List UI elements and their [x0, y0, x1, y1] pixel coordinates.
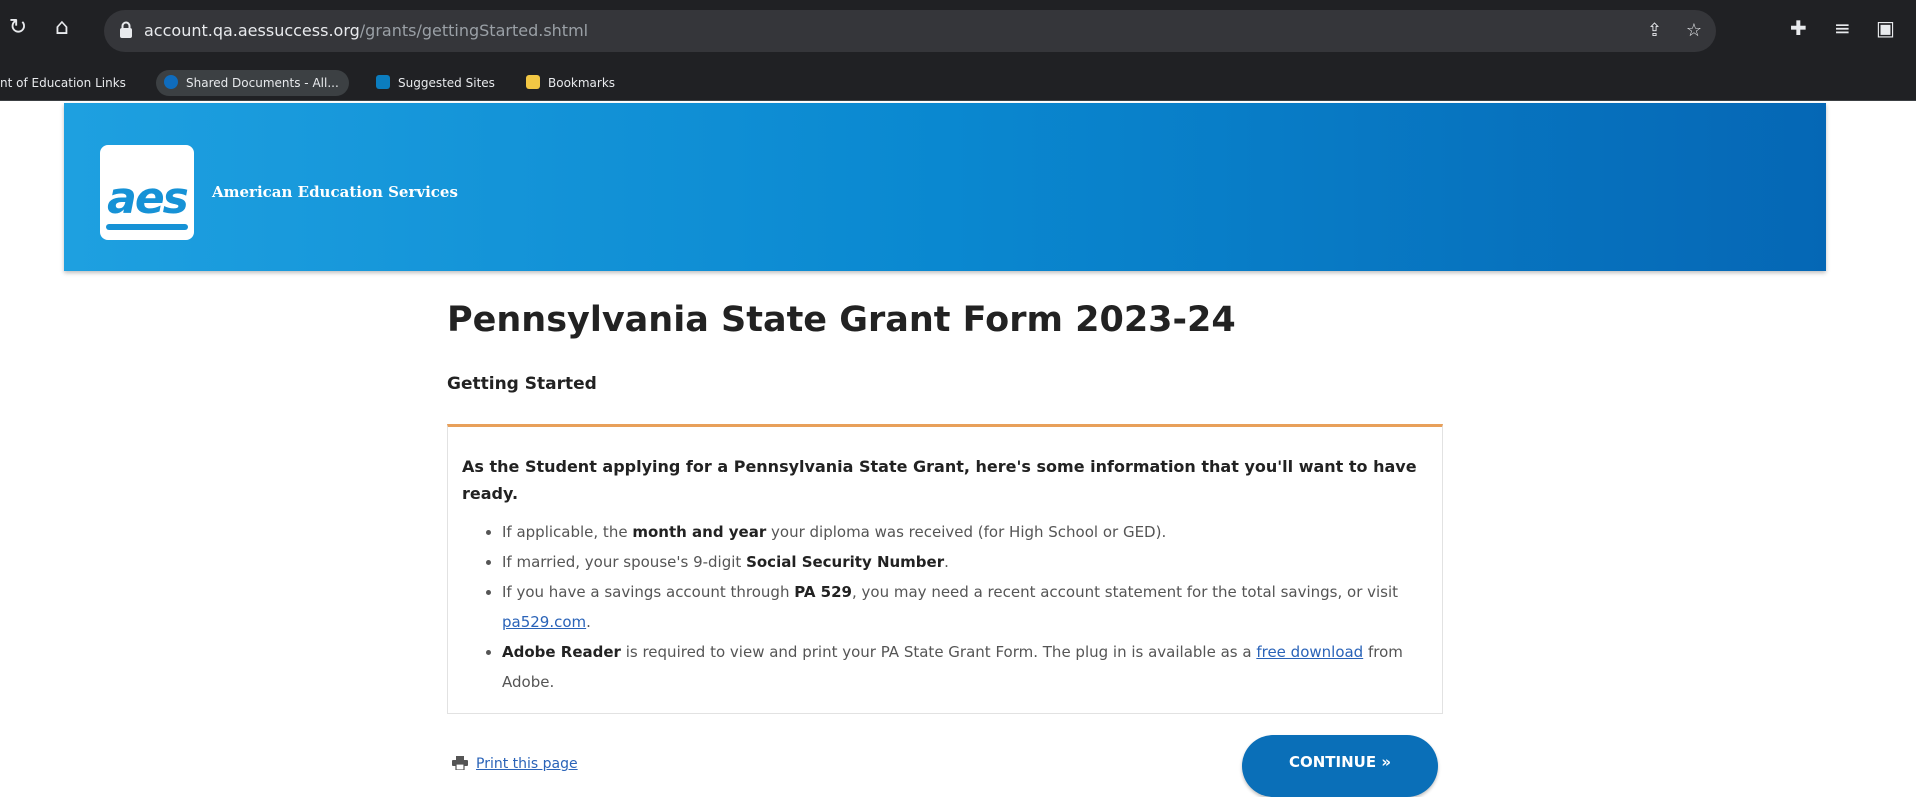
home-icon[interactable]: ⌂: [48, 14, 76, 42]
address-bar[interactable]: account.qa.aessuccess.org/grants/getting…: [104, 10, 1716, 52]
pa529-link[interactable]: pa529.com: [502, 613, 586, 631]
browser-toolbar: ↻ ⌂ account.qa.aessuccess.org/grants/get…: [0, 0, 1916, 66]
bing-icon: [376, 75, 390, 89]
bookmark-education-links[interactable]: nt of Education Links: [0, 70, 126, 96]
print-page-link[interactable]: Print this page: [452, 756, 578, 772]
org-name: American Education Services: [212, 183, 458, 201]
page-title: Pennsylvania State Grant Form 2023-24: [447, 300, 1236, 340]
printer-icon: [452, 756, 468, 770]
requirements-list: If applicable, the month and year your d…: [462, 517, 1422, 697]
section-heading: Getting Started: [447, 374, 597, 394]
url-text: account.qa.aessuccess.org/grants/getting…: [144, 21, 589, 40]
aes-logo[interactable]: aes: [100, 145, 194, 240]
lock-icon: [120, 21, 132, 38]
side-panel-icon[interactable]: ▣: [1876, 14, 1895, 42]
site-header: aes American Education Services: [64, 103, 1826, 271]
bookmark-shared-documents[interactable]: Shared Documents - All...: [156, 70, 349, 96]
list-item: If applicable, the month and year your d…: [502, 517, 1422, 547]
free-download-link[interactable]: free download: [1256, 643, 1363, 661]
bookmark-suggested-sites[interactable]: Suggested Sites: [376, 70, 495, 96]
extensions-icon[interactable]: ✚: [1790, 14, 1807, 42]
list-item: If married, your spouse's 9-digit Social…: [502, 547, 1422, 577]
logo-swoosh: [106, 224, 188, 230]
reading-list-icon[interactable]: ≡: [1834, 14, 1851, 42]
bookmarks-bar: nt of Education Links Shared Documents -…: [0, 66, 1916, 101]
info-panel: As the Student applying for a Pennsylvan…: [447, 424, 1443, 714]
list-item: If you have a savings account through PA…: [502, 577, 1422, 637]
continue-button[interactable]: CONTINUE »: [1242, 735, 1438, 797]
folder-icon: [526, 75, 540, 89]
bookmark-folder[interactable]: Bookmarks: [526, 70, 615, 96]
list-item: Adobe Reader is required to view and pri…: [502, 637, 1422, 697]
share-icon[interactable]: ⇪: [1647, 20, 1662, 41]
intro-text: As the Student applying for a Pennsylvan…: [462, 457, 1417, 503]
star-icon[interactable]: ☆: [1686, 20, 1702, 41]
sharepoint-icon: [164, 75, 178, 89]
reload-icon[interactable]: ↻: [4, 14, 32, 42]
